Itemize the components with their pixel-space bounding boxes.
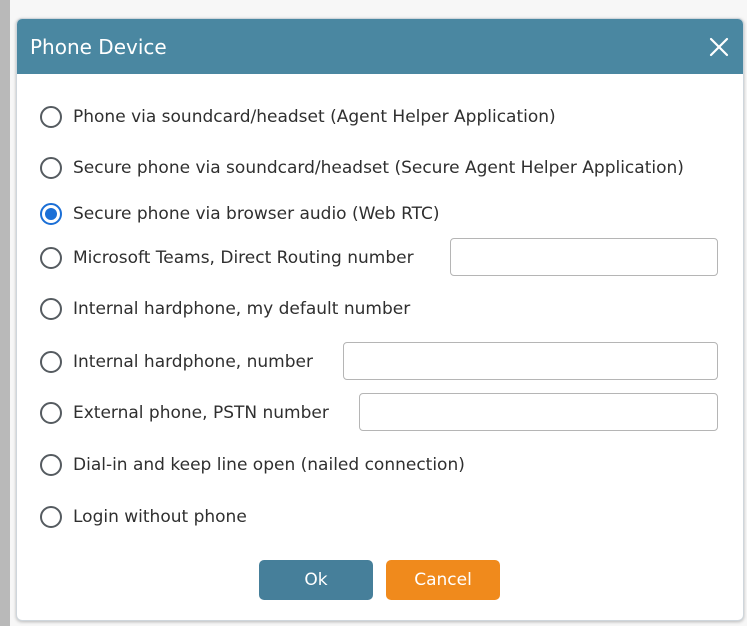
- option-label[interactable]: Login without phone: [73, 506, 247, 528]
- radio-teams-direct-routing[interactable]: [40, 247, 62, 269]
- phone-device-dialog: Phone Device Phone via soundcard/headset…: [16, 18, 744, 621]
- option-label[interactable]: Internal hardphone, my default number: [73, 298, 410, 320]
- option-login-without-phone[interactable]: Login without phone: [40, 504, 247, 530]
- option-browser-audio[interactable]: Secure phone via browser audio (Web RTC): [40, 201, 440, 227]
- option-label[interactable]: Internal hardphone, number: [73, 351, 313, 373]
- option-dial-in-nailed[interactable]: Dial-in and keep line open (nailed conne…: [40, 452, 465, 478]
- radio-soundcard-headset[interactable]: [40, 106, 62, 128]
- radio-dial-in-nailed[interactable]: [40, 454, 62, 476]
- close-icon-glyph: [709, 37, 729, 57]
- radio-internal-default[interactable]: [40, 298, 62, 320]
- radio-external-pstn[interactable]: [40, 402, 62, 424]
- ok-button[interactable]: Ok: [259, 560, 373, 600]
- option-label[interactable]: Secure phone via browser audio (Web RTC): [73, 203, 440, 225]
- dialog-title: Phone Device: [30, 35, 167, 59]
- pstn-number-field[interactable]: [359, 393, 718, 431]
- option-label[interactable]: Microsoft Teams, Direct Routing number: [73, 247, 414, 269]
- close-icon[interactable]: [707, 35, 731, 59]
- radio-secure-soundcard-headset[interactable]: [40, 157, 62, 179]
- option-label[interactable]: Phone via soundcard/headset (Agent Helpe…: [73, 106, 556, 128]
- option-label[interactable]: Dial-in and keep line open (nailed conne…: [73, 454, 465, 476]
- backdrop-shade: [0, 0, 10, 626]
- option-secure-soundcard-headset[interactable]: Secure phone via soundcard/headset (Secu…: [40, 155, 684, 181]
- internal-number-field[interactable]: [343, 342, 718, 380]
- teams-number-field[interactable]: [450, 238, 718, 276]
- radio-browser-audio[interactable]: [40, 203, 62, 225]
- option-label[interactable]: External phone, PSTN number: [73, 402, 329, 424]
- option-internal-number[interactable]: Internal hardphone, number: [40, 349, 313, 375]
- cancel-button[interactable]: Cancel: [386, 560, 500, 600]
- option-soundcard-headset[interactable]: Phone via soundcard/headset (Agent Helpe…: [40, 104, 556, 130]
- option-external-pstn[interactable]: External phone, PSTN number: [40, 400, 329, 426]
- radio-internal-number[interactable]: [40, 351, 62, 373]
- option-label[interactable]: Secure phone via soundcard/headset (Secu…: [73, 157, 684, 179]
- dialog-titlebar: Phone Device: [17, 19, 743, 74]
- option-teams-direct-routing[interactable]: Microsoft Teams, Direct Routing number: [40, 245, 414, 271]
- option-internal-default[interactable]: Internal hardphone, my default number: [40, 296, 410, 322]
- radio-login-without-phone[interactable]: [40, 506, 62, 528]
